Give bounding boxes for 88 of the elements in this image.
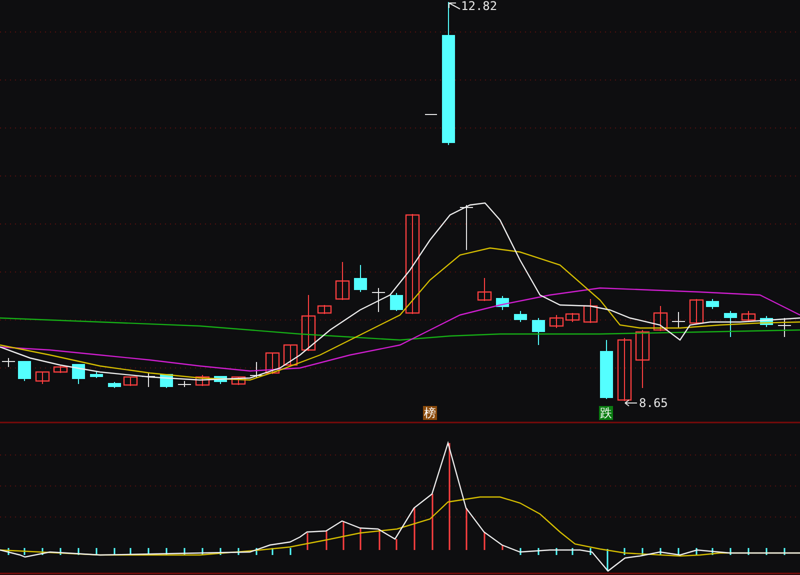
indicator-bar — [184, 548, 186, 555]
event-badge: 榜 — [423, 406, 437, 420]
indicator-bar — [712, 548, 714, 555]
indicator-bar — [202, 548, 204, 555]
indicator-bar — [60, 548, 62, 555]
candlestick — [496, 296, 509, 310]
candlestick — [283, 344, 298, 366]
indicator-bar — [520, 548, 522, 555]
indicator-bar — [784, 548, 786, 555]
candlestick — [514, 310, 527, 322]
candlestick — [178, 380, 192, 388]
indicator-bar — [556, 548, 558, 555]
candlestick — [460, 204, 474, 250]
price-label: 8.65 — [639, 397, 668, 410]
price-marker — [424, 114, 438, 115]
indicator-bar — [306, 533, 308, 550]
candlestick — [565, 312, 580, 322]
indicator-bar — [766, 548, 768, 555]
candlestick — [250, 362, 264, 378]
indicator-bar — [730, 548, 732, 555]
indicator-bar — [360, 528, 362, 550]
candlestick — [549, 314, 564, 328]
indicator-bar — [432, 494, 434, 550]
indicator-bar — [114, 548, 116, 555]
leader-line — [624, 400, 638, 406]
candlestick — [372, 288, 386, 312]
indicator-bar — [484, 532, 486, 550]
candlestick — [532, 318, 545, 346]
indicator-bar — [678, 548, 680, 555]
indicator-bar — [696, 548, 698, 555]
indicator-bar — [502, 545, 504, 550]
candlestick — [53, 366, 68, 374]
candlestick — [72, 364, 85, 384]
price-label: 12.82 — [461, 0, 498, 13]
candlestick — [672, 312, 686, 328]
candlestick — [35, 371, 50, 384]
indicator-bar — [326, 531, 328, 550]
indicator-bar — [256, 548, 258, 555]
indicator-bar — [748, 548, 750, 555]
candlestick — [354, 264, 367, 292]
candlestick — [724, 310, 737, 338]
indicator-bar — [396, 539, 398, 550]
indicator-bar — [624, 548, 626, 555]
candlestick — [108, 382, 121, 388]
indicator-bar — [238, 548, 240, 555]
indicator-bar — [590, 548, 592, 555]
indicator-bar — [606, 549, 608, 571]
indicator-bar — [8, 548, 10, 555]
indicator-bar — [642, 548, 644, 555]
leader-line — [448, 2, 460, 10]
candlestick — [18, 360, 31, 382]
candlestick — [123, 376, 138, 386]
candlestick — [760, 316, 773, 328]
indicator-bar — [572, 548, 574, 555]
candlestick — [583, 298, 598, 324]
candlestick — [335, 262, 350, 300]
indicator-bar — [166, 548, 168, 555]
candlestick — [265, 352, 280, 374]
indicator-bar — [272, 548, 274, 555]
indicator-bar — [130, 548, 132, 555]
indicator-bar — [148, 548, 150, 555]
candlestick — [778, 318, 792, 338]
candlestick — [653, 306, 668, 332]
candlestick — [231, 376, 246, 386]
candlestick — [741, 310, 756, 322]
indicator-bar — [42, 548, 44, 555]
indicator-bar — [466, 508, 468, 550]
indicator-bar — [414, 508, 416, 550]
candlestick — [90, 372, 103, 378]
candlestick — [689, 298, 704, 324]
candlestick — [635, 330, 650, 388]
indicator-bar — [96, 548, 98, 555]
candlestick — [195, 374, 210, 386]
indicator-bar — [78, 548, 80, 555]
candlestick — [390, 292, 403, 312]
indicator-bar — [220, 548, 222, 555]
candlestick — [617, 338, 632, 402]
candlestick — [2, 358, 16, 368]
indicator-bar — [538, 548, 540, 555]
candlestick — [600, 340, 613, 400]
indicator-bar — [24, 548, 26, 555]
indicator-bar — [378, 529, 380, 550]
indicator-bar — [342, 521, 344, 550]
candlestick — [477, 278, 492, 302]
candlestick — [706, 298, 719, 310]
indicator-bar — [660, 548, 662, 555]
event-badge: 跌 — [599, 406, 613, 420]
indicator-bar — [290, 548, 292, 555]
